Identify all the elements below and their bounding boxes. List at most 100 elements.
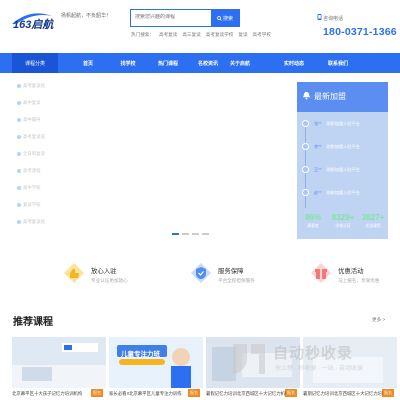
nav-category-button[interactable]: 课程分类 (12, 53, 58, 73)
timeline-dot (302, 189, 309, 196)
slide-dot[interactable] (182, 233, 189, 235)
sidebar-item[interactable]: 高中学校 (17, 185, 41, 191)
bell-icon (302, 91, 311, 100)
slide-indicators (172, 233, 209, 235)
course-tag: 报名 (91, 389, 103, 397)
feature-guarantee: 服务保障 平台全程担保服务 (190, 262, 255, 284)
bullet-icon (17, 203, 21, 207)
course-tag: 报名 (382, 389, 394, 397)
sidebar-item[interactable]: 全日制复读 (17, 151, 45, 157)
nav-item-contact[interactable]: 联系我们 (316, 53, 360, 73)
phone-icon (317, 14, 322, 20)
sidebar-item[interactable]: 高考复读班 (17, 83, 45, 89)
search-button-label: 搜索 (222, 15, 233, 22)
feature-trusted: 放心入驻 专业认证更加放心 (63, 262, 128, 284)
more-link[interactable]: 更多 > (372, 317, 385, 323)
nav-item-courses[interactable]: 热门课程 (146, 53, 190, 73)
course-title: 暑假记忆力培训北京西城区十大记忆力机构 (206, 391, 286, 396)
sidebar-item[interactable]: 复读学校 (17, 202, 41, 208)
join-timeline: 张** 刚刚加盟入驻平台 李** 刚刚加盟入驻平台 王** 刚刚加盟入驻平台 赵** 刚… (297, 112, 388, 212)
gift-icon (311, 263, 331, 283)
course-card[interactable]: 报名 北京幕平区十大孩子记忆力培训机构 (12, 337, 106, 400)
watermark-logo-icon (233, 344, 265, 374)
slogan: 扬帆起航，不负韶华！ (61, 13, 112, 19)
nav-item-schools[interactable]: 找学校 (106, 53, 150, 73)
join-panel-header: 最新加盟 (297, 82, 388, 112)
join-entry: 王** 刚刚加盟入驻平台 (302, 166, 360, 173)
feature-promotion: 优惠活动 马上报名，享受优惠 (310, 262, 379, 284)
hot-link[interactable]: 高考复读学校 (206, 32, 234, 38)
sidebar-item[interactable]: 高考复读班 (17, 219, 45, 225)
course-image (109, 337, 203, 388)
category-sidebar: 高考复读班 高中复读 高中辅导 高考复读班 全日制复读 高考课程 高中学校 复读… (12, 73, 58, 243)
course-tag: 报名 (285, 389, 297, 397)
sidebar-item[interactable]: 高中复读 (17, 100, 41, 106)
course-title: 暑期记忆力培训北京西城区十大记忆力培训 (303, 391, 383, 396)
course-image (12, 337, 106, 388)
bullet-icon (17, 152, 21, 156)
course-title: 北京幕平区十大孩子记忆力培训机构 (12, 391, 83, 396)
feature-title: 服务保障 (218, 268, 244, 275)
join-entry: 张** 刚刚加盟入驻平台 (302, 120, 360, 127)
watermark: 自动秒收录 快上榜 · 秒收录 · 一站 · 自动收录 (225, 338, 385, 382)
search-icon (217, 15, 222, 21)
thumb-up-icon (64, 263, 84, 283)
join-panel: 最新加盟 张** 刚刚加盟入驻平台 李** 刚刚加盟入驻平台 王** 刚刚加盟入驻平台… (297, 82, 388, 239)
feature-desc: 平台全程担保服务 (218, 278, 255, 283)
join-entry: 赵** 刚刚加盟入驻平台 (302, 189, 360, 196)
stat-satisfaction: 96% 满意度 (304, 213, 321, 228)
hot-link[interactable]: 高考学校 (253, 32, 271, 38)
sidebar-item[interactable]: 高中辅导 (17, 117, 41, 123)
feature-title: 优惠活动 (338, 268, 364, 275)
search-input[interactable] (135, 14, 215, 20)
sidebar-item[interactable]: 高考课程 (17, 168, 41, 174)
slide-dot[interactable] (202, 233, 209, 235)
phone-label: 咨询电话 (323, 16, 344, 22)
bullet-icon (17, 169, 21, 173)
timeline-dot (302, 120, 309, 127)
hot-searches: 热门搜索： 高考复读 高三复读 高考复读学校 复读 高考学校 (131, 32, 271, 38)
bullet-icon (17, 186, 21, 190)
hot-label: 热门搜索： (131, 32, 154, 37)
slide-dot[interactable] (192, 233, 199, 235)
bullet-icon (17, 101, 21, 105)
feature-title: 放心入驻 (91, 268, 117, 275)
course-tag: 报名 (188, 389, 200, 397)
bullet-icon (17, 135, 21, 139)
hot-link[interactable]: 高三复读 (182, 32, 200, 38)
join-stats: 96% 满意度 8329+ 学校认证 3827+ 优选课程 (297, 212, 388, 239)
hot-link[interactable]: 高考复读 (159, 32, 177, 38)
bullet-icon (17, 220, 21, 224)
course-title: 家长必看!!北京幕平区儿童专注力训练 (109, 391, 182, 396)
page: 163启航 扬帆起航，不负韶华！ 搜索 热门搜索： 高考复读 高三复读 高考复读… (0, 0, 400, 400)
bullet-icon (17, 84, 21, 88)
search-button[interactable]: 搜索 (211, 10, 239, 26)
stat-courses: 3827+ 优选课程 (361, 213, 385, 228)
watermark-subtext: 快上榜 · 秒收录 · 一站 · 自动收录 (275, 366, 363, 372)
timeline-dot (302, 166, 309, 173)
course-banner-text: 儿童专注力班 (121, 351, 160, 358)
nav-item-updates[interactable]: 实时动态 (272, 53, 316, 73)
slide-dot[interactable] (172, 233, 179, 235)
bullet-icon (17, 118, 21, 122)
main-nav: 课程分类 首页 找学校 热门课程 名校资讯 关于启航 实时动态 联系我们 (0, 53, 400, 73)
logo-mark: 163启航 (12, 13, 55, 31)
sidebar-item[interactable]: 高考复读班 (17, 134, 45, 140)
svg-text:163启航: 163启航 (13, 18, 54, 31)
feature-desc: 专业认证更加放心 (91, 278, 128, 283)
stat-schools: 8329+ 学校认证 (331, 213, 355, 228)
section-title: 推荐课程 (13, 317, 53, 328)
phone-number: 180-0371-1366 (323, 26, 397, 38)
join-panel-title: 最新加盟 (314, 92, 346, 101)
nav-item-about[interactable]: 关于启航 (218, 53, 262, 73)
timeline-dot (302, 143, 309, 150)
hot-link[interactable]: 复读 (238, 32, 247, 38)
feature-desc: 马上报名，享受优惠 (338, 278, 380, 283)
shield-check-icon (191, 263, 211, 283)
search-box: 搜索 (130, 9, 240, 27)
watermark-text: 自动秒收录 (273, 345, 354, 362)
course-card[interactable]: 儿童专注力班 报名 家长必看!!北京幕平区儿童专注力训练 (109, 337, 203, 400)
nav-item-home[interactable]: 首页 (66, 53, 110, 73)
site-logo[interactable]: 163启航 (10, 6, 55, 34)
join-entry: 李** 刚刚加盟入驻平台 (302, 143, 360, 150)
